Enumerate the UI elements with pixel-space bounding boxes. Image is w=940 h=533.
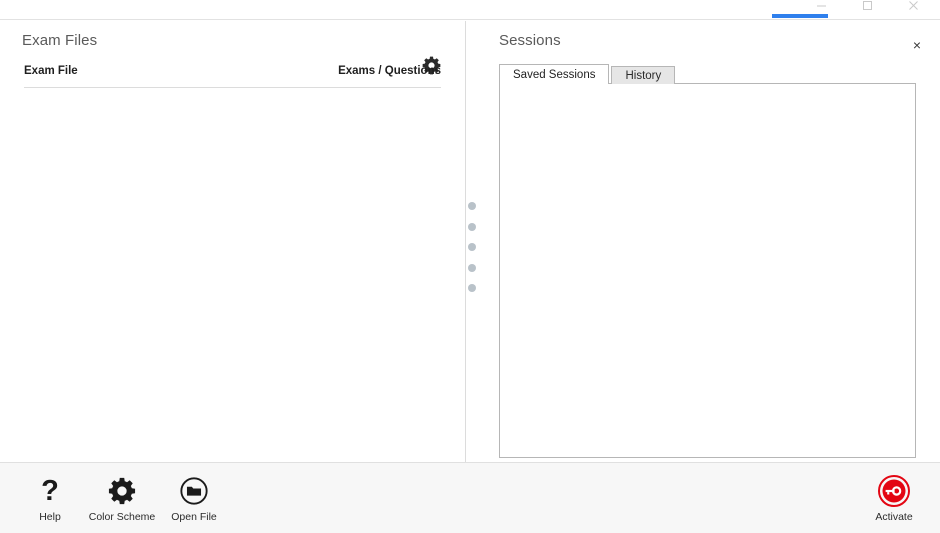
help-button-label: Help	[39, 511, 61, 523]
sessions-tabstrip: Saved Sessions History	[499, 64, 676, 84]
close-icon[interactable]: ×	[907, 35, 927, 55]
maximize-icon[interactable]	[844, 0, 890, 16]
exam-files-header: Exam Files	[0, 21, 465, 74]
key-circle-icon	[877, 474, 911, 508]
active-tab-accent-bar	[772, 14, 828, 18]
color-scheme-button-label: Color Scheme	[88, 511, 156, 523]
panel-splitter[interactable]	[465, 21, 477, 462]
toolbar-right-group: Activate	[858, 468, 930, 530]
sessions-title: Sessions	[499, 32, 561, 49]
saved-sessions-list-empty[interactable]	[499, 83, 916, 458]
table-header-row: Exam File Exams / Questions	[24, 63, 441, 88]
column-header-exams-questions[interactable]: Exams / Questions	[338, 65, 441, 77]
exam-files-list-empty[interactable]	[0, 88, 465, 448]
grip-dot	[467, 222, 476, 231]
question-mark-icon: ?	[41, 474, 59, 507]
sessions-panel: Sessions × Saved Sessions History	[477, 21, 940, 462]
toolbar-left-group: ? Help Color Scheme Open File	[14, 468, 230, 530]
page-title: Exam Files	[22, 32, 98, 49]
tab-saved-sessions[interactable]: Saved Sessions	[499, 64, 610, 84]
exam-files-table: Exam File Exams / Questions	[0, 63, 465, 448]
activate-button[interactable]: Activate	[858, 468, 930, 530]
column-header-exam-file[interactable]: Exam File	[24, 65, 78, 77]
gear-icon	[108, 474, 136, 508]
grip-dot	[467, 284, 476, 292]
open-file-button[interactable]: Open File	[158, 468, 230, 530]
close-icon[interactable]	[890, 0, 936, 16]
exam-files-panel: Exam Files Exam File Exams / Questions	[0, 21, 465, 462]
grip-dot	[467, 243, 476, 251]
activate-button-label: Activate	[875, 511, 913, 523]
tab-history[interactable]: History	[611, 66, 676, 84]
grip-dots-icon[interactable]	[466, 202, 477, 292]
open-file-button-label: Open File	[171, 511, 217, 523]
grip-dot	[467, 263, 476, 272]
color-scheme-button[interactable]: Color Scheme	[86, 468, 158, 530]
grip-dot	[467, 202, 476, 210]
help-button[interactable]: ? Help	[14, 468, 86, 530]
folder-open-icon	[179, 474, 209, 508]
bottom-toolbar: ? Help Color Scheme Open File Activate	[0, 462, 940, 533]
